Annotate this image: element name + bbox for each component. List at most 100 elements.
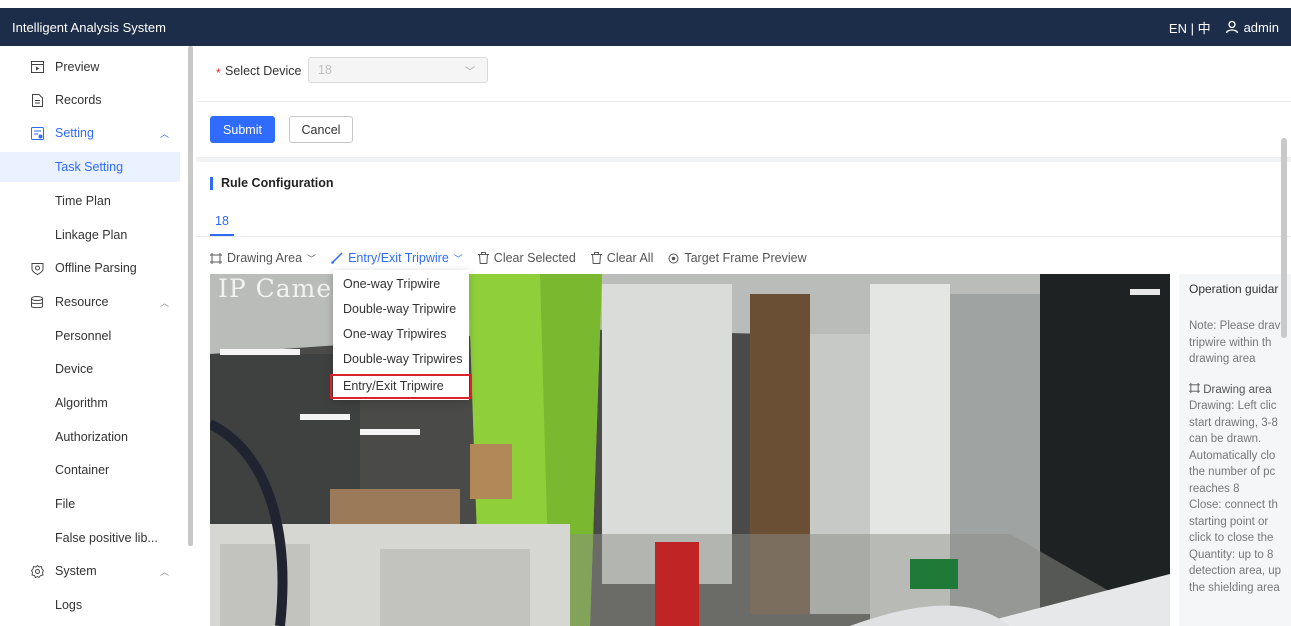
tripwire-icon	[331, 252, 343, 264]
clear-all-button[interactable]: Clear All	[590, 251, 654, 265]
chevron-down-icon: ﹀	[453, 253, 463, 264]
tab-device-18[interactable]: 18	[210, 214, 234, 236]
sidebar-item-task-setting[interactable]: Task Setting	[0, 152, 180, 182]
section-accent-bar	[210, 176, 213, 190]
drawing-area-label: Drawing Area	[227, 251, 303, 265]
guide-line: start drawing, 3-8	[1189, 416, 1278, 429]
guide-line: Drawing: Left clic	[1189, 400, 1277, 412]
target-frame-preview-button[interactable]: Target Frame Preview	[668, 251, 807, 265]
dropdown-item-one-way-tripwire[interactable]: One-way Tripwire	[333, 272, 469, 297]
sidebar-item-records[interactable]: Records	[0, 85, 180, 115]
username: admin	[1243, 19, 1279, 35]
guide-line: Quantity: up to 8	[1189, 548, 1274, 561]
rule-configuration-title: Rule Configuration	[221, 176, 334, 190]
sidebar-item-file[interactable]: File	[0, 489, 180, 519]
sidebar-item-resource[interactable]: Resource ︿	[0, 287, 180, 317]
clear-selected-button[interactable]: Clear Selected	[477, 251, 576, 265]
sidebar-item-label: Personnel	[55, 329, 112, 343]
sidebar-item-label: Time Plan	[55, 194, 111, 208]
operation-guidance-panel: Operation guidar Note: Please drav tripw…	[1179, 274, 1291, 626]
dropdown-item-double-way-tripwires[interactable]: Double-way Tripwires	[333, 347, 469, 372]
records-icon	[30, 93, 44, 107]
section-divider	[196, 158, 1291, 162]
tab-underline	[196, 236, 1291, 237]
sidebar-item-label: Container	[55, 463, 110, 477]
drawing-area-icon	[1189, 382, 1200, 393]
drawing-area-button[interactable]: Drawing Area ﹀	[210, 251, 316, 265]
chevron-down-icon: ﹀	[307, 253, 317, 264]
chevron-up-icon: ︿	[160, 566, 170, 577]
sidebar-scrollbar[interactable]	[188, 46, 193, 546]
sidebar-item-label: Resource	[55, 295, 109, 309]
sidebar-item-false-positive-lib[interactable]: False positive lib...	[0, 523, 180, 553]
device-row: * Select Device 18 ﹀	[196, 46, 1291, 102]
guide-line: detection area, up	[1189, 565, 1282, 577]
offline-parsing-icon	[30, 261, 44, 275]
sidebar-item-container[interactable]: Container	[0, 455, 180, 485]
app-title: Intelligent Analysis System	[12, 19, 166, 35]
device-select[interactable]: 18 ﹀	[308, 57, 488, 83]
rule-configuration-header: Rule Configuration	[210, 176, 334, 190]
guide-line: Note: Please drav	[1189, 320, 1281, 332]
sidebar-item-label: File	[55, 497, 76, 511]
trash-icon	[590, 252, 602, 264]
top-bar: Intelligent Analysis System EN | 中 admin	[0, 8, 1291, 46]
sidebar-item-personnel[interactable]: Personnel	[0, 321, 180, 351]
submit-button[interactable]: Submit	[210, 116, 275, 143]
user-menu[interactable]: admin	[1225, 20, 1279, 35]
target-frame-preview-label: Target Frame Preview	[684, 251, 807, 265]
sidebar-item-label: Task Setting	[55, 160, 124, 174]
sidebar-item-label: Authorization	[55, 430, 128, 444]
sidebar-item-authorization[interactable]: Authorization	[0, 422, 180, 452]
target-icon	[668, 253, 679, 263]
entry-exit-tripwire-button[interactable]: Entry/Exit Tripwire ﹀	[331, 251, 463, 265]
sidebar-item-setting[interactable]: Setting ︿	[0, 118, 180, 148]
cancel-button[interactable]: Cancel	[289, 116, 353, 143]
camera-overlay-text: IP Came	[218, 274, 333, 303]
guide-line: the number of pc	[1189, 466, 1276, 478]
entry-exit-tripwire-label: Entry/Exit Tripwire	[348, 251, 449, 265]
trash-icon	[477, 252, 489, 264]
guide-line: starting point or	[1189, 515, 1269, 528]
clear-all-label: Clear All	[606, 251, 654, 265]
drawing-toolbar: Drawing Area ﹀ Entry/Exit Tripwire ﹀ Cle…	[210, 250, 822, 266]
guide-line: Automatically clo	[1189, 449, 1276, 462]
sidebar-item-label: Setting	[55, 126, 94, 140]
sidebar-item-label: Algorithm	[55, 396, 108, 410]
main-scrollbar[interactable]	[1281, 138, 1287, 338]
sidebar-item-label: Offline Parsing	[55, 261, 137, 275]
sidebar-item-offline-parsing[interactable]: Offline Parsing	[0, 253, 180, 283]
guide-line: the shielding area	[1189, 581, 1280, 594]
sidebar: Preview Records Setting ︿ Task Setting T…	[0, 46, 188, 626]
dropdown-item-entry-exit-tripwire[interactable]: Entry/Exit Tripwire	[330, 374, 472, 399]
sidebar-item-time-plan[interactable]: Time Plan	[0, 186, 180, 216]
system-icon	[30, 564, 44, 578]
chevron-up-icon: ︿	[160, 297, 170, 308]
tripwire-type-dropdown: One-way Tripwire Double-way Tripwire One…	[330, 270, 472, 400]
form-actions: Submit Cancel	[196, 102, 1291, 158]
language-switch[interactable]: EN | 中	[1169, 18, 1211, 37]
sidebar-item-label: Preview	[55, 60, 100, 74]
top-bar-right: EN | 中 admin	[1169, 18, 1279, 37]
operation-guidance-title: Operation guidar	[1189, 282, 1279, 296]
sidebar-item-algorithm[interactable]: Algorithm	[0, 388, 180, 418]
guide-line: can be drawn.	[1189, 433, 1262, 445]
dropdown-item-double-way-tripwire[interactable]: Double-way Tripwire	[333, 297, 469, 322]
dropdown-item-one-way-tripwires[interactable]: One-way Tripwires	[333, 322, 469, 347]
user-icon	[1225, 20, 1238, 34]
guide-section-label: Drawing area	[1203, 383, 1272, 396]
drawing-area-icon	[210, 252, 222, 264]
required-mark: *	[216, 66, 221, 80]
sidebar-item-label: Device	[55, 362, 94, 376]
sidebar-item-label: Logs	[55, 598, 83, 612]
sidebar-item-label: Records	[55, 93, 102, 107]
clear-selected-label: Clear Selected	[493, 251, 576, 265]
preview-icon	[30, 60, 44, 74]
sidebar-item-linkage-plan[interactable]: Linkage Plan	[0, 220, 180, 250]
sidebar-item-system[interactable]: System ︿	[0, 556, 180, 586]
guide-line: drawing area	[1189, 353, 1256, 365]
guide-section-title: Drawing area	[1189, 382, 1281, 399]
sidebar-item-preview[interactable]: Preview	[0, 52, 180, 82]
sidebar-item-logs[interactable]: Logs	[0, 590, 180, 620]
sidebar-item-device[interactable]: Device	[0, 354, 180, 384]
